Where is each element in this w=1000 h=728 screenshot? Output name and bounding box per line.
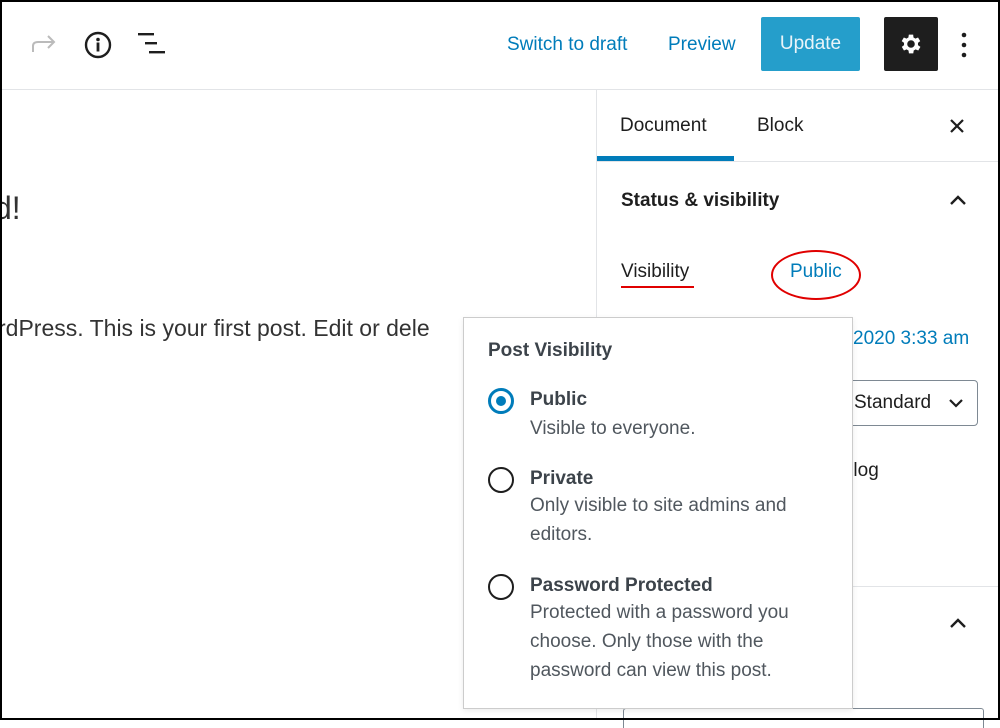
- info-icon[interactable]: [83, 30, 113, 60]
- update-button[interactable]: Update: [761, 17, 860, 71]
- chevron-down-icon: [949, 399, 963, 408]
- redo-icon[interactable]: [30, 32, 58, 56]
- more-vertical-icon[interactable]: [958, 31, 970, 59]
- option-label: Public: [530, 389, 588, 410]
- option-label: Private: [530, 468, 594, 489]
- option-description: Only visible to site admins and editors.: [530, 495, 787, 545]
- active-tab-indicator: [597, 156, 734, 161]
- chevron-up-icon[interactable]: [949, 617, 967, 629]
- radio-private[interactable]: [488, 467, 514, 493]
- preview-button[interactable]: Preview: [668, 34, 736, 56]
- list-view-icon[interactable]: [137, 32, 167, 56]
- tab-block[interactable]: Block: [757, 90, 803, 162]
- post-title[interactable]: d!: [0, 190, 21, 227]
- option-description: Visible to everyone.: [530, 418, 696, 439]
- post-format-select[interactable]: Standard: [847, 380, 978, 426]
- chevron-up-icon[interactable]: [949, 194, 967, 206]
- settings-button[interactable]: [884, 17, 938, 71]
- radio-password-protected[interactable]: [488, 574, 514, 600]
- close-icon[interactable]: [949, 118, 965, 134]
- post-paragraph[interactable]: rdPress. This is your first post. Edit o…: [0, 315, 430, 342]
- panel-title-status-visibility[interactable]: Status & visibility: [621, 190, 779, 212]
- text-input[interactable]: [623, 708, 984, 728]
- annotation-circle: [771, 250, 861, 300]
- tabs-divider: [597, 161, 1000, 162]
- annotation-underline: [621, 286, 694, 288]
- tab-document[interactable]: Document: [620, 90, 707, 162]
- popover-title: Post Visibility: [488, 340, 613, 361]
- visibility-label: Visibility: [621, 261, 690, 282]
- publish-date-link[interactable]: 2020 3:33 am: [853, 328, 969, 350]
- switch-to-draft-button[interactable]: Switch to draft: [507, 34, 627, 56]
- gear-icon: [901, 34, 921, 54]
- editor-toolbar: Switch to draft Preview Update: [0, 0, 1000, 90]
- option-description: Protected with a password you choose. On…: [530, 602, 789, 681]
- radio-public[interactable]: [488, 388, 514, 414]
- post-format-value: Standard: [854, 392, 932, 413]
- option-label: Password Protected: [530, 575, 713, 596]
- post-visibility-popover: Post Visibility Public Visible to everyo…: [463, 317, 853, 709]
